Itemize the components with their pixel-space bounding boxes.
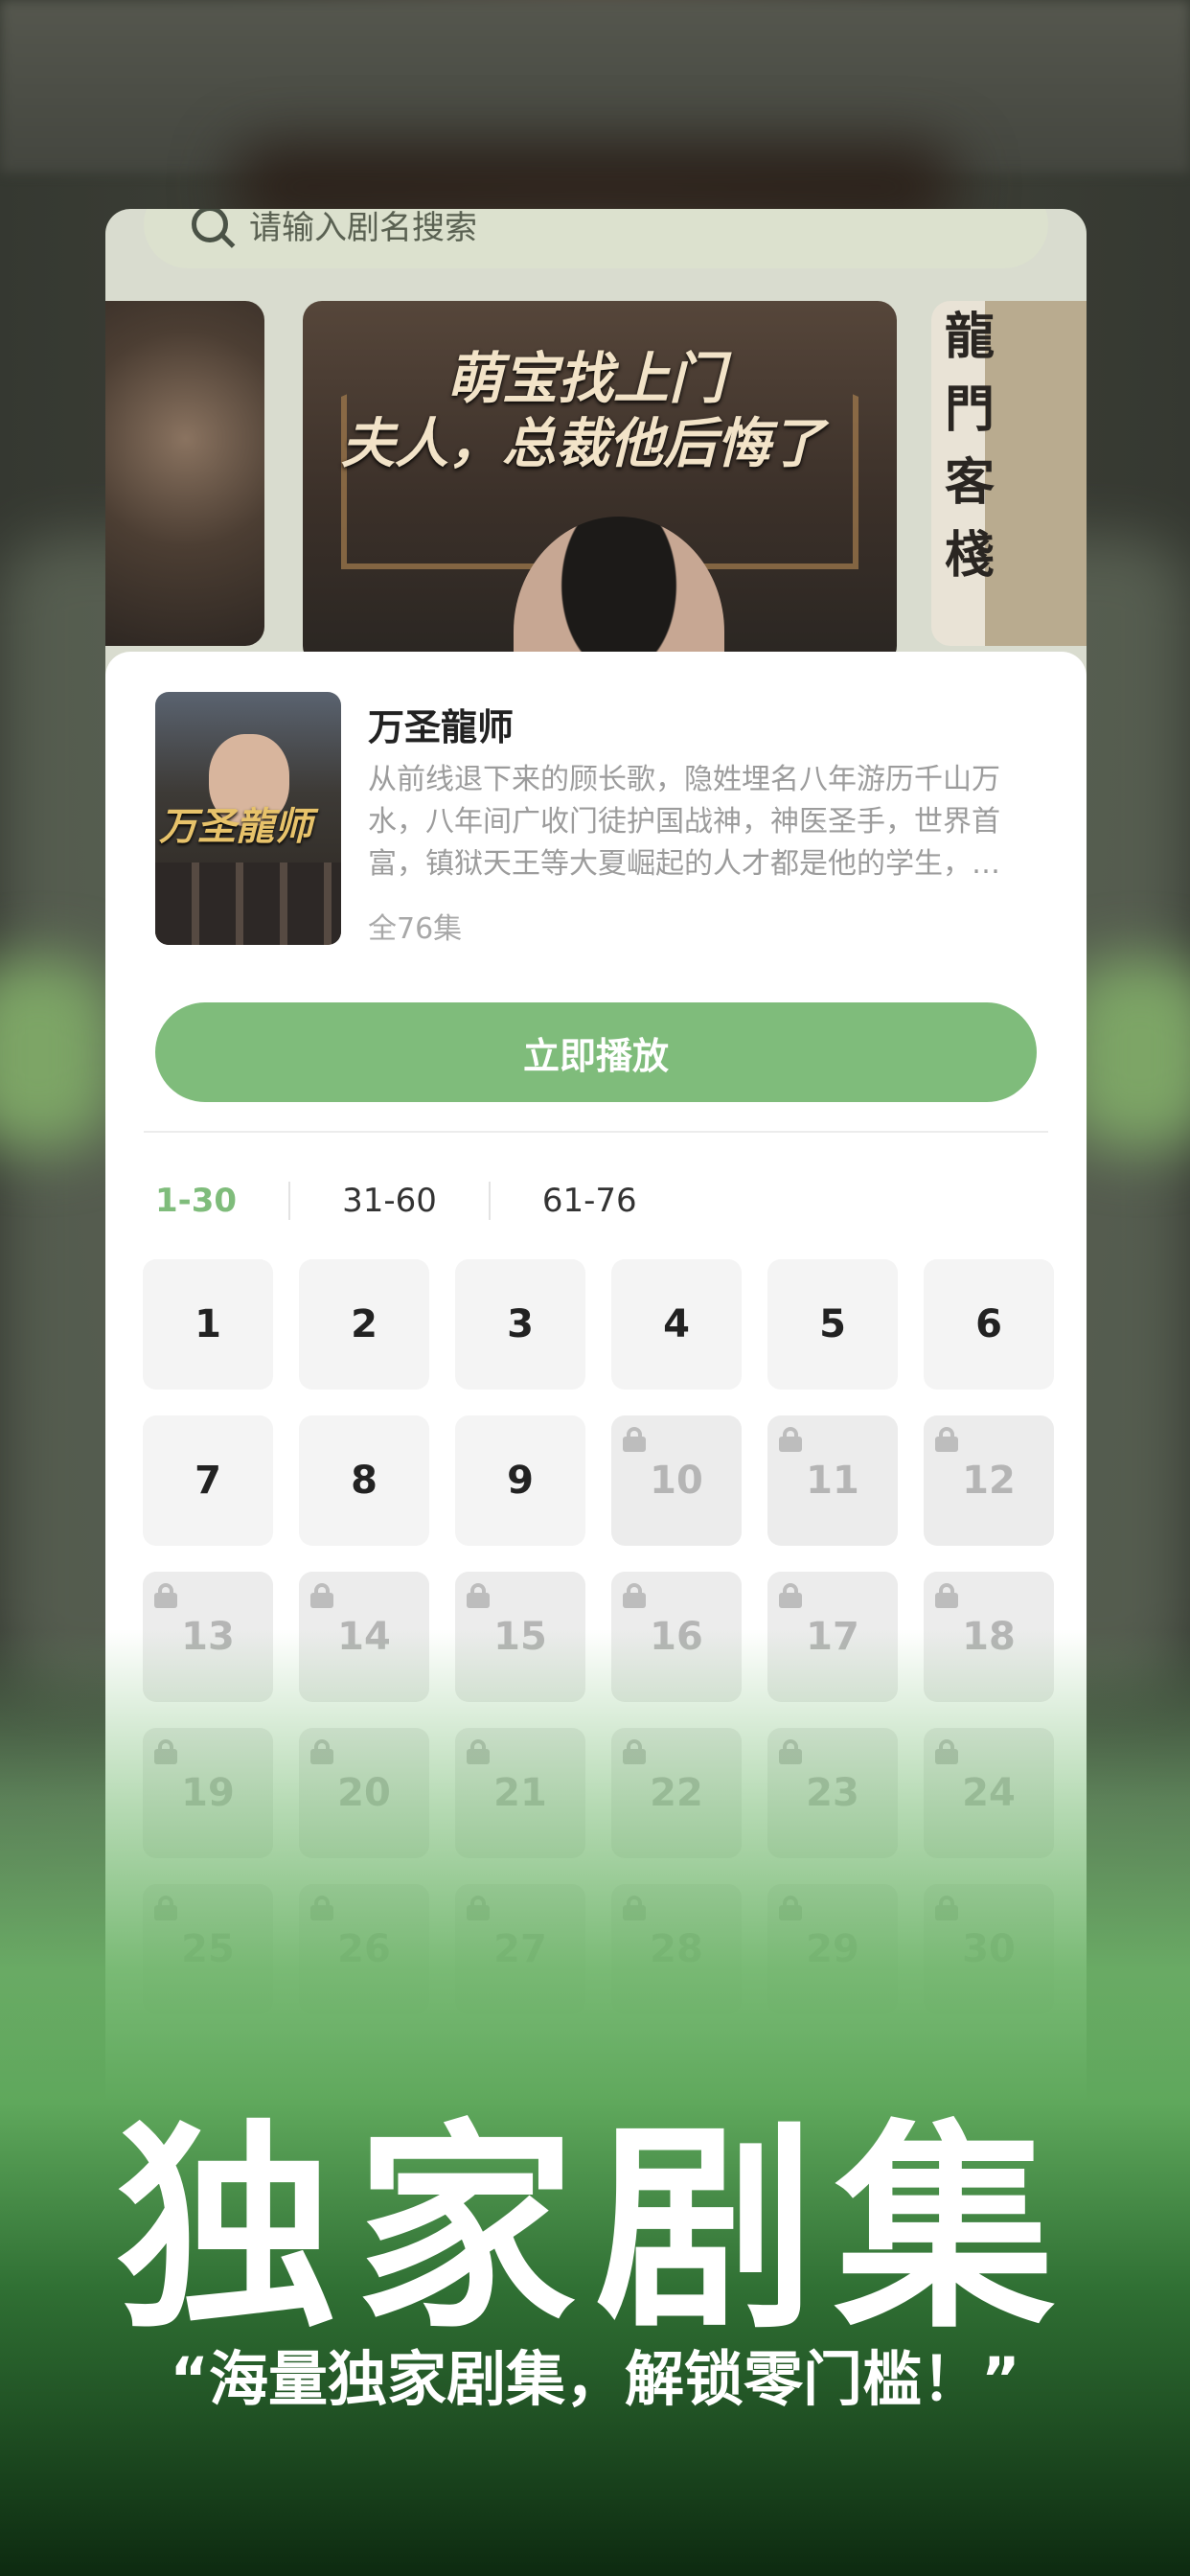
- poster-title: 万圣龍师: [159, 805, 312, 849]
- episode-number: 4: [663, 1302, 690, 1346]
- episode-button-locked[interactable]: 12: [924, 1415, 1054, 1546]
- episode-button[interactable]: 4: [611, 1259, 742, 1390]
- episode-button[interactable]: 2: [299, 1259, 429, 1390]
- banner-title-line2: 夫人，总裁他后悔了: [341, 413, 824, 475]
- divider: [144, 1131, 1048, 1133]
- lock-icon: [310, 1583, 333, 1608]
- lock-icon: [935, 1427, 958, 1452]
- episode-number: 11: [806, 1459, 859, 1503]
- episode-number: 1: [195, 1302, 221, 1346]
- lock-icon: [154, 1583, 177, 1608]
- episode-button[interactable]: 9: [455, 1415, 585, 1546]
- background-blur-shape: [0, 958, 115, 1150]
- episode-number: 3: [507, 1302, 534, 1346]
- search-icon: [192, 209, 228, 242]
- episode-number: 10: [650, 1459, 703, 1503]
- tab-range-1-30[interactable]: 1-30: [155, 1182, 237, 1220]
- search-placeholder: 请输入剧名搜索: [249, 209, 477, 247]
- drama-description: 从前线退下来的顾长歌，隐姓埋名八年游历千山万水，八年间广收门徒护国战神，神医圣手…: [368, 763, 1000, 881]
- episode-number: 6: [975, 1302, 1002, 1346]
- search-bar[interactable]: 请输入剧名搜索: [144, 209, 1048, 268]
- lock-icon: [935, 1583, 958, 1608]
- drama-poster: 万圣龍师: [155, 692, 341, 945]
- promo-title: 独家剧集: [115, 2103, 1074, 2358]
- lock-icon: [623, 1427, 646, 1452]
- episode-number: 12: [962, 1459, 1016, 1503]
- lock-icon: [779, 1583, 802, 1608]
- tab-range-31-60[interactable]: 31-60: [342, 1182, 437, 1220]
- episode-button-locked[interactable]: 11: [767, 1415, 898, 1546]
- banner-right[interactable]: 龍門客棧: [931, 301, 1087, 646]
- episode-number: 5: [819, 1302, 846, 1346]
- tab-separator: [288, 1182, 291, 1220]
- episode-button[interactable]: 8: [299, 1415, 429, 1546]
- episode-number: 8: [351, 1459, 378, 1503]
- episode-number: 9: [507, 1459, 534, 1503]
- episode-number: 7: [195, 1459, 221, 1503]
- episode-number: 2: [351, 1302, 378, 1346]
- promo-subtitle: “海量独家剧集，解锁零门槛！”: [170, 2344, 1020, 2414]
- banner-center[interactable]: 萌宝找上门 夫人，总裁他后悔了: [303, 301, 897, 665]
- episode-button[interactable]: 5: [767, 1259, 898, 1390]
- lock-icon: [623, 1583, 646, 1608]
- episode-button[interactable]: 1: [143, 1259, 273, 1390]
- episode-button-locked[interactable]: 10: [611, 1415, 742, 1546]
- tab-separator: [488, 1182, 491, 1220]
- drama-info: 万圣龍师 万圣龍师 从前线退下来的顾长歌，隐姓埋名八年游历千山万水，八年间广收门…: [155, 692, 1037, 951]
- poster-cast: [155, 862, 341, 945]
- drama-title: 万圣龍师: [368, 706, 515, 748]
- episode-button[interactable]: 3: [455, 1259, 585, 1390]
- play-now-button[interactable]: 立即播放: [155, 1002, 1037, 1102]
- episode-button[interactable]: 7: [143, 1415, 273, 1546]
- tab-range-61-76[interactable]: 61-76: [542, 1182, 637, 1220]
- episode-button[interactable]: 6: [924, 1259, 1054, 1390]
- lock-icon: [779, 1427, 802, 1452]
- lock-icon: [467, 1583, 490, 1608]
- episode-range-tabs: 1-30 31-60 61-76: [155, 1177, 637, 1225]
- banner-left[interactable]: [105, 301, 264, 646]
- episode-count: 全76集: [368, 912, 463, 946]
- banner-right-vertical-text: 龍門客棧: [945, 309, 995, 585]
